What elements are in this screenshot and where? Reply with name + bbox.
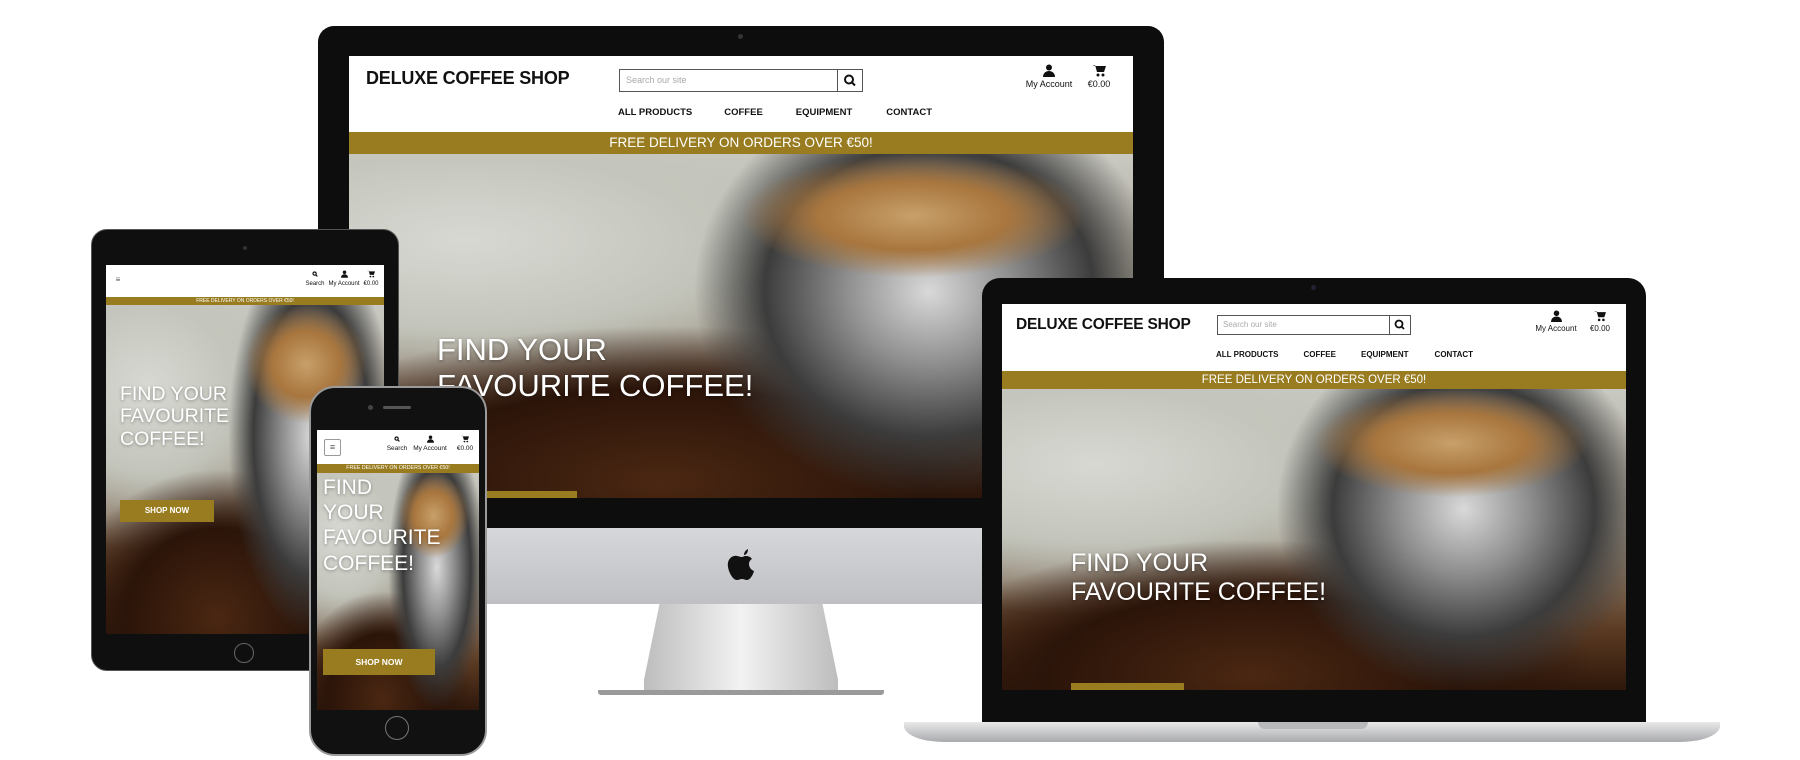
search-placeholder: Search our site — [626, 75, 687, 85]
search-placeholder: Search our site — [1223, 320, 1277, 329]
delivery-banner: FREE DELIVERY ON ORDERS OVER €50! — [317, 464, 479, 473]
hero-title-line: FAVOURITE — [323, 526, 441, 550]
site-header: DELUXE COFFEE SHOP Search our site My Ac… — [349, 56, 1133, 132]
imac-stand — [644, 604, 838, 690]
account-label: My Account — [1535, 324, 1577, 333]
nav-item-coffee[interactable]: COFFEE — [1304, 350, 1336, 359]
hero-title: FIND YOUR FAVOURITE COFFEE! — [323, 475, 440, 576]
site-logo[interactable]: DELUXE COFFEE SHOP — [1016, 316, 1191, 334]
search-icon — [312, 271, 318, 277]
hero-title: FIND YOUR FAVOURITE COFFEE! — [120, 383, 229, 450]
shopping-cart-icon — [461, 435, 469, 443]
search-input[interactable]: Search our site — [619, 69, 863, 92]
site-header: ≡ Search My Account €0.00 — [317, 430, 479, 464]
imac-camera — [738, 34, 743, 39]
cart-link[interactable]: €0.00 — [1586, 310, 1614, 333]
laptop-notch — [1258, 722, 1368, 729]
hero-image: FIND YOUR FAVOURITE COFFEE! SHOP NOW — [317, 473, 479, 710]
account-label: My Account — [413, 445, 447, 453]
site-logo[interactable]: DELUXE COFFEE SHOP — [366, 68, 570, 89]
cart-total: €0.00 — [1589, 324, 1611, 333]
search-label: Search — [305, 280, 325, 287]
hero-title-line: FIND YOUR — [1071, 549, 1209, 577]
nav-item-all-products[interactable]: ALL PRODUCTS — [618, 107, 692, 118]
tablet-home-button[interactable] — [234, 643, 254, 663]
search-label: Search — [386, 445, 408, 453]
nav-item-contact[interactable]: CONTACT — [886, 107, 932, 118]
search-icon — [844, 74, 856, 87]
cart-link[interactable]: €0.00 — [454, 435, 476, 452]
site-header: ≡ Search My Account €0.00 — [106, 265, 384, 297]
account-link[interactable]: My Account — [412, 435, 448, 452]
laptop-device: DELUXE COFFEE SHOP Search our site My Ac… — [904, 278, 1720, 756]
cart-link[interactable]: €0.00 — [1083, 64, 1115, 89]
account-label: My Account — [328, 280, 360, 287]
phone-home-button[interactable] — [385, 716, 409, 740]
nav-item-equipment[interactable]: EQUIPMENT — [796, 107, 852, 118]
search-icon — [1394, 319, 1405, 330]
hero-title-line: COFFEE! — [323, 551, 415, 575]
cart-link[interactable]: €0.00 — [361, 270, 381, 287]
user-icon — [1043, 64, 1055, 77]
hero-title-line: COFFEE! — [120, 427, 205, 450]
search-link[interactable]: Search — [385, 435, 409, 452]
hero-title-line: FAVOURITE COFFEE! — [1071, 577, 1327, 606]
nav-item-all-products[interactable]: ALL PRODUCTS — [1216, 350, 1279, 359]
hero-title-line: FIND YOUR — [120, 383, 227, 405]
delivery-banner: FREE DELIVERY ON ORDERS OVER €50! — [1002, 371, 1626, 389]
hero-title: FIND YOUR FAVOURITE COFFEE! — [1071, 549, 1326, 607]
account-link[interactable]: My Account — [328, 270, 360, 287]
laptop-camera — [1311, 285, 1316, 290]
main-nav: ALL PRODUCTS COFFEE EQUIPMENT CONTACT — [618, 107, 932, 118]
phone-screen: ≡ Search My Account €0.00 FREE DELIVERY … — [317, 430, 479, 710]
imac-stand-base — [598, 690, 884, 695]
shopping-cart-icon — [367, 270, 375, 278]
nav-item-contact[interactable]: CONTACT — [1435, 350, 1474, 359]
shopping-cart-icon — [1092, 65, 1106, 77]
search-button[interactable] — [1389, 315, 1411, 335]
search-input[interactable]: Search our site — [1217, 315, 1411, 335]
delivery-banner: FREE DELIVERY ON ORDERS OVER €50! — [106, 297, 384, 305]
hero-title-line: FIND YOUR — [437, 332, 607, 367]
shop-now-button[interactable]: SHOP NOW — [120, 500, 214, 522]
tablet-camera — [243, 246, 247, 250]
search-button[interactable] — [837, 69, 863, 92]
phone-device: ≡ Search My Account €0.00 FREE DELIVERY … — [309, 386, 487, 756]
hamburger-menu-icon[interactable]: ≡ — [114, 276, 122, 284]
search-icon — [394, 436, 400, 442]
hero-title-line: YOUR — [323, 501, 384, 525]
apple-logo-icon — [724, 546, 760, 586]
nav-item-coffee[interactable]: COFFEE — [724, 107, 763, 118]
cart-total: €0.00 — [363, 280, 379, 287]
account-label: My Account — [1025, 79, 1073, 89]
shopping-cart-icon — [1594, 311, 1606, 322]
delivery-banner: FREE DELIVERY ON ORDERS OVER €50! — [349, 132, 1133, 154]
cart-total: €0.00 — [456, 445, 474, 453]
laptop-screen: DELUXE COFFEE SHOP Search our site My Ac… — [1002, 304, 1626, 690]
hero-title-line: FIND — [323, 476, 372, 499]
phone-speaker — [383, 406, 411, 409]
nav-item-equipment[interactable]: EQUIPMENT — [1361, 350, 1409, 359]
user-icon — [426, 435, 434, 443]
cart-total: €0.00 — [1087, 79, 1111, 89]
main-nav: ALL PRODUCTS COFFEE EQUIPMENT CONTACT — [1216, 350, 1473, 359]
shop-now-button[interactable]: SHOP NOW — [323, 649, 435, 675]
user-icon — [1550, 310, 1562, 322]
search-link[interactable]: Search — [304, 270, 326, 287]
hero-image: FIND YOUR FAVOURITE COFFEE! — [1002, 389, 1626, 690]
site-header: DELUXE COFFEE SHOP Search our site My Ac… — [1002, 304, 1626, 371]
hamburger-menu-icon[interactable]: ≡ — [324, 439, 341, 456]
shop-now-button[interactable] — [1071, 683, 1184, 690]
account-link[interactable]: My Account — [1021, 64, 1077, 89]
phone-camera — [368, 405, 373, 410]
account-link[interactable]: My Account — [1534, 310, 1578, 333]
hero-title-line: FAVOURITE — [120, 405, 230, 428]
user-icon — [340, 270, 348, 278]
